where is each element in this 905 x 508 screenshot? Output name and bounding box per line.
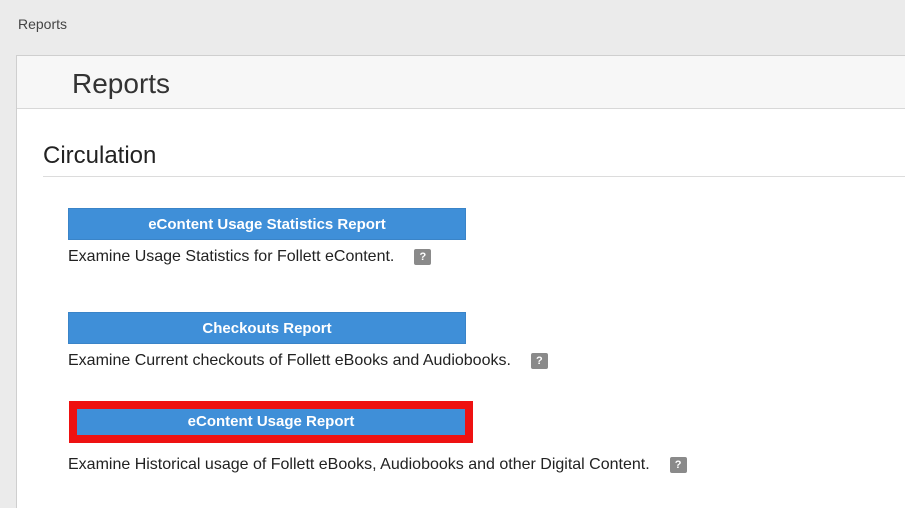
econtent-usage-report-description: Examine Historical usage of Follett eBoo… (68, 456, 687, 474)
report-description-text: Examine Historical usage of Follett eBoo… (68, 456, 650, 473)
breadcrumb[interactable]: Reports (18, 16, 67, 32)
checkouts-report-button[interactable]: Checkouts Report (68, 312, 466, 344)
reports-panel: Reports Circulation eContent Usage Stati… (16, 55, 905, 508)
econtent-usage-statistics-description: Examine Usage Statistics for Follett eCo… (68, 248, 432, 266)
help-icon[interactable]: ? (530, 352, 548, 369)
panel-header: Reports (17, 56, 905, 109)
page-title: Reports (72, 68, 171, 99)
help-icon[interactable]: ? (669, 456, 687, 473)
help-icon[interactable]: ? (414, 248, 432, 265)
report-description-text: Examine Current checkouts of Follett eBo… (68, 352, 511, 369)
section-divider (43, 176, 905, 177)
econtent-usage-statistics-report-button[interactable]: eContent Usage Statistics Report (68, 208, 466, 240)
section-title-circulation: Circulation (43, 142, 157, 169)
report-description-text: Examine Usage Statistics for Follett eCo… (68, 248, 395, 265)
checkouts-report-description: Examine Current checkouts of Follett eBo… (68, 352, 548, 370)
econtent-usage-report-button[interactable]: eContent Usage Report (76, 406, 466, 436)
reports-page: Reports Reports Circulation eContent Usa… (0, 0, 905, 508)
